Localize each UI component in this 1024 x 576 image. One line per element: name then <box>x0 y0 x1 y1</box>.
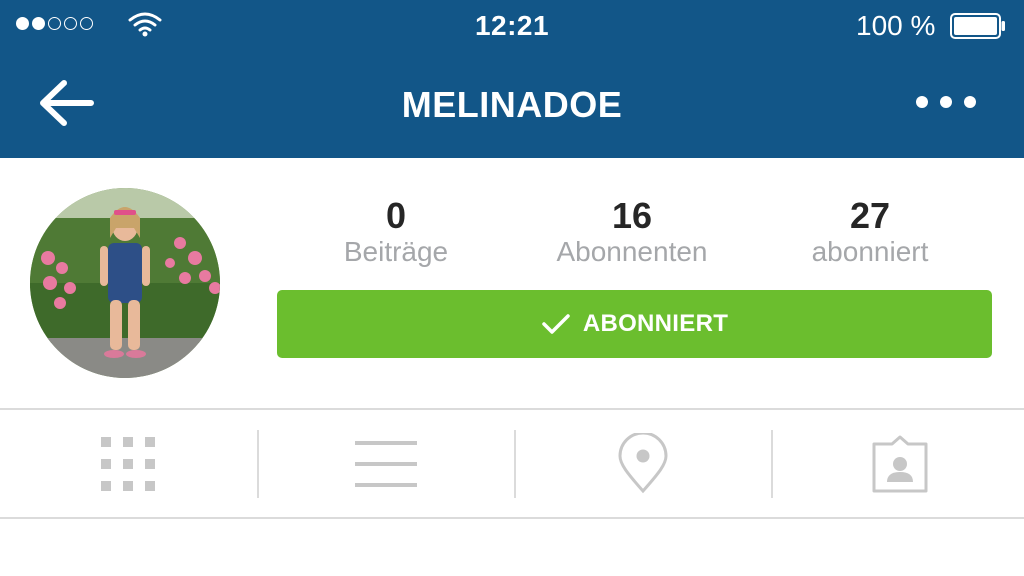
list-icon <box>355 440 417 487</box>
stat-posts-value: 0 <box>385 195 407 236</box>
battery-icon <box>950 13 1005 39</box>
stat-following[interactable]: 27 abonniert <box>760 196 980 268</box>
tab-map-view[interactable] <box>515 410 771 517</box>
stat-followers[interactable]: 16 Abonnenten <box>522 196 742 268</box>
stat-posts-label: Beiträge <box>343 236 449 267</box>
navigation-bar: MELINADOE <box>0 52 1024 158</box>
avatar[interactable] <box>30 188 220 378</box>
tab-list-view[interactable] <box>258 410 514 517</box>
profile-view-tabs <box>0 410 1024 517</box>
stat-followers-value: 16 <box>611 195 653 236</box>
following-button[interactable]: ABONNIERT <box>277 290 992 358</box>
location-pin-icon <box>618 432 668 493</box>
grid-icon <box>101 436 155 491</box>
tab-grid-view[interactable] <box>0 410 256 517</box>
following-button-label: ABONNIERT <box>582 310 729 337</box>
profile-photo <box>30 188 220 378</box>
tab-tagged-view[interactable] <box>772 410 1024 517</box>
more-dots-icon[interactable] <box>914 92 978 112</box>
battery-percentage: 100 % <box>856 10 936 41</box>
stat-following-label: abonniert <box>811 236 929 267</box>
stat-followers-label: Abonnenten <box>556 236 708 267</box>
divider <box>0 517 1024 519</box>
status-bar: 12:21 100 % <box>0 0 1024 52</box>
person-tag-icon <box>872 435 928 492</box>
page-title: MELINADOE <box>401 84 623 125</box>
stat-following-value: 27 <box>849 195 891 236</box>
stat-posts[interactable]: 0 Beiträge <box>286 196 506 268</box>
checkmark-icon <box>542 314 570 334</box>
